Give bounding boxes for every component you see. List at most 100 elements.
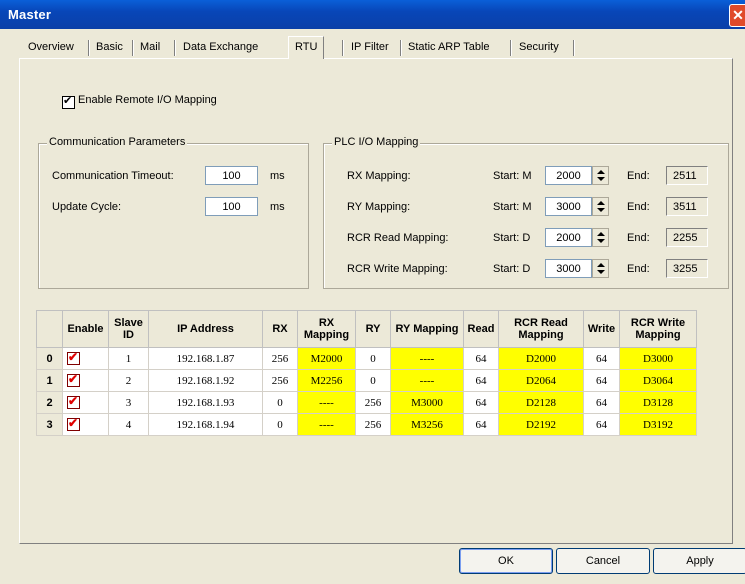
table-cell[interactable]: 64 [463, 347, 499, 370]
enabled-checkbox-icon[interactable] [67, 394, 80, 409]
row-header[interactable]: 0 [36, 347, 63, 370]
table-cell[interactable]: D3192 [619, 413, 697, 436]
table-cell[interactable]: M2000 [297, 347, 356, 370]
table-cell[interactable]: M2256 [297, 369, 356, 392]
row-header[interactable]: 3 [36, 413, 63, 436]
enable-cell[interactable] [62, 391, 109, 414]
table-cell[interactable]: 0 [355, 369, 391, 392]
tab-divider [510, 40, 512, 56]
apply-button[interactable]: Apply [653, 548, 745, 574]
table-cell[interactable]: 192.168.1.87 [148, 347, 263, 370]
cancel-button[interactable]: Cancel [556, 548, 650, 574]
rcr-write-mapping-label: RCR Write Mapping: [347, 263, 448, 275]
ry-start-spinner[interactable] [592, 197, 609, 216]
rcr-read-start-input[interactable]: 2000 [545, 228, 592, 247]
enable-remote-checkbox[interactable] [62, 94, 75, 109]
rx-start-spinner[interactable] [592, 166, 609, 185]
update-cycle-input[interactable]: 100 [205, 197, 258, 216]
table-cell[interactable]: D3000 [619, 347, 697, 370]
table-cell[interactable]: D2128 [498, 391, 584, 414]
table-cell[interactable]: D2192 [498, 413, 584, 436]
rcr-write-start-spinner[interactable] [592, 259, 609, 278]
table-cell[interactable]: ---- [297, 391, 356, 414]
tab-ip-filter[interactable]: IP Filter [351, 38, 389, 57]
table-cell[interactable]: D2000 [498, 347, 584, 370]
table-cell[interactable]: 64 [583, 391, 620, 414]
table-cell[interactable]: 0 [355, 347, 391, 370]
tab-rtu[interactable]: RTU [288, 36, 325, 59]
table-row[interactable]: 1 2 192.168.1.92 256 M2256 0 ---- 64 D20… [36, 369, 697, 392]
rcr-write-start-input[interactable]: 3000 [545, 259, 592, 278]
tab-overview[interactable]: Overview [28, 38, 74, 57]
tab-mail[interactable]: Mail [140, 38, 160, 57]
column-header[interactable]: IP Address [148, 310, 263, 348]
row-header[interactable]: 2 [36, 391, 63, 414]
table-cell[interactable]: 256 [355, 391, 391, 414]
enable-cell[interactable] [62, 369, 109, 392]
table-cell[interactable]: 4 [108, 413, 149, 436]
column-header[interactable]: Read [463, 310, 499, 348]
table-cell[interactable]: 192.168.1.92 [148, 369, 263, 392]
rcr-read-start-label: Start: D [493, 232, 531, 244]
enable-cell[interactable] [62, 347, 109, 370]
column-header[interactable]: RX [262, 310, 298, 348]
enable-cell[interactable] [62, 413, 109, 436]
column-header[interactable]: Slave ID [108, 310, 149, 348]
table-cell[interactable]: 1 [108, 347, 149, 370]
rcr-read-end-label: End: [627, 232, 650, 244]
enabled-checkbox-icon[interactable] [67, 372, 80, 387]
enabled-checkbox-icon[interactable] [67, 350, 80, 365]
table-cell[interactable]: 64 [583, 369, 620, 392]
tab-data-exchange[interactable]: Data Exchange [183, 38, 258, 57]
close-icon[interactable]: ✕ [729, 4, 745, 27]
table-cell[interactable]: 64 [463, 391, 499, 414]
ok-button[interactable]: OK [459, 548, 553, 574]
table-cell[interactable]: 64 [463, 413, 499, 436]
table-cell[interactable]: 64 [583, 347, 620, 370]
tab-panel [19, 58, 733, 544]
table-cell[interactable]: 192.168.1.94 [148, 413, 263, 436]
table-cell[interactable]: 256 [262, 369, 298, 392]
table-row[interactable]: 2 3 192.168.1.93 0 ---- 256 M3000 64 D21… [36, 391, 697, 414]
column-header[interactable]: RCR Write Mapping [619, 310, 697, 348]
table-cell[interactable]: 3 [108, 391, 149, 414]
tab-basic[interactable]: Basic [96, 38, 123, 57]
column-header[interactable]: Write [583, 310, 620, 348]
table-cell[interactable]: 0 [262, 413, 298, 436]
table-cell[interactable]: 256 [262, 347, 298, 370]
table-row[interactable]: 0 1 192.168.1.87 256 M2000 0 ---- 64 D20… [36, 347, 697, 370]
tab-static-arp-table[interactable]: Static ARP Table [408, 38, 490, 57]
table-cell[interactable]: 192.168.1.93 [148, 391, 263, 414]
column-header[interactable]: RY [355, 310, 391, 348]
row-header[interactable]: 1 [36, 369, 63, 392]
table-cell[interactable]: 0 [262, 391, 298, 414]
comm-timeout-input[interactable]: 100 [205, 166, 258, 185]
rcr-read-start-spinner[interactable] [592, 228, 609, 247]
title-bar: Master ✕ [0, 0, 745, 29]
table-cell[interactable]: D3128 [619, 391, 697, 414]
rx-start-input[interactable]: 2000 [545, 166, 592, 185]
table-cell[interactable]: ---- [390, 347, 464, 370]
table-cell[interactable]: ---- [390, 369, 464, 392]
table-cell[interactable]: ---- [297, 413, 356, 436]
table-cell[interactable]: D3064 [619, 369, 697, 392]
ry-start-input[interactable]: 3000 [545, 197, 592, 216]
rcr-read-end-value: 2255 [666, 228, 708, 247]
column-header[interactable]: RX Mapping [297, 310, 356, 348]
table-cell[interactable]: 2 [108, 369, 149, 392]
table-cell[interactable]: 64 [583, 413, 620, 436]
column-header[interactable]: RCR Read Mapping [498, 310, 584, 348]
table-cell[interactable]: 256 [355, 413, 391, 436]
rx-start-label: Start: M [493, 170, 532, 182]
enabled-checkbox-icon[interactable] [67, 416, 80, 431]
table-row[interactable]: 3 4 192.168.1.94 0 ---- 256 M3256 64 D21… [36, 413, 697, 436]
column-header[interactable]: RY Mapping [390, 310, 464, 348]
table-cell[interactable]: M3256 [390, 413, 464, 436]
column-header[interactable]: Enable [62, 310, 109, 348]
rcr-write-end-value: 3255 [666, 259, 708, 278]
table-cell[interactable]: D2064 [498, 369, 584, 392]
window-title: Master [8, 7, 52, 22]
table-cell[interactable]: 64 [463, 369, 499, 392]
table-cell[interactable]: M3000 [390, 391, 464, 414]
tab-security[interactable]: Security [519, 38, 559, 57]
